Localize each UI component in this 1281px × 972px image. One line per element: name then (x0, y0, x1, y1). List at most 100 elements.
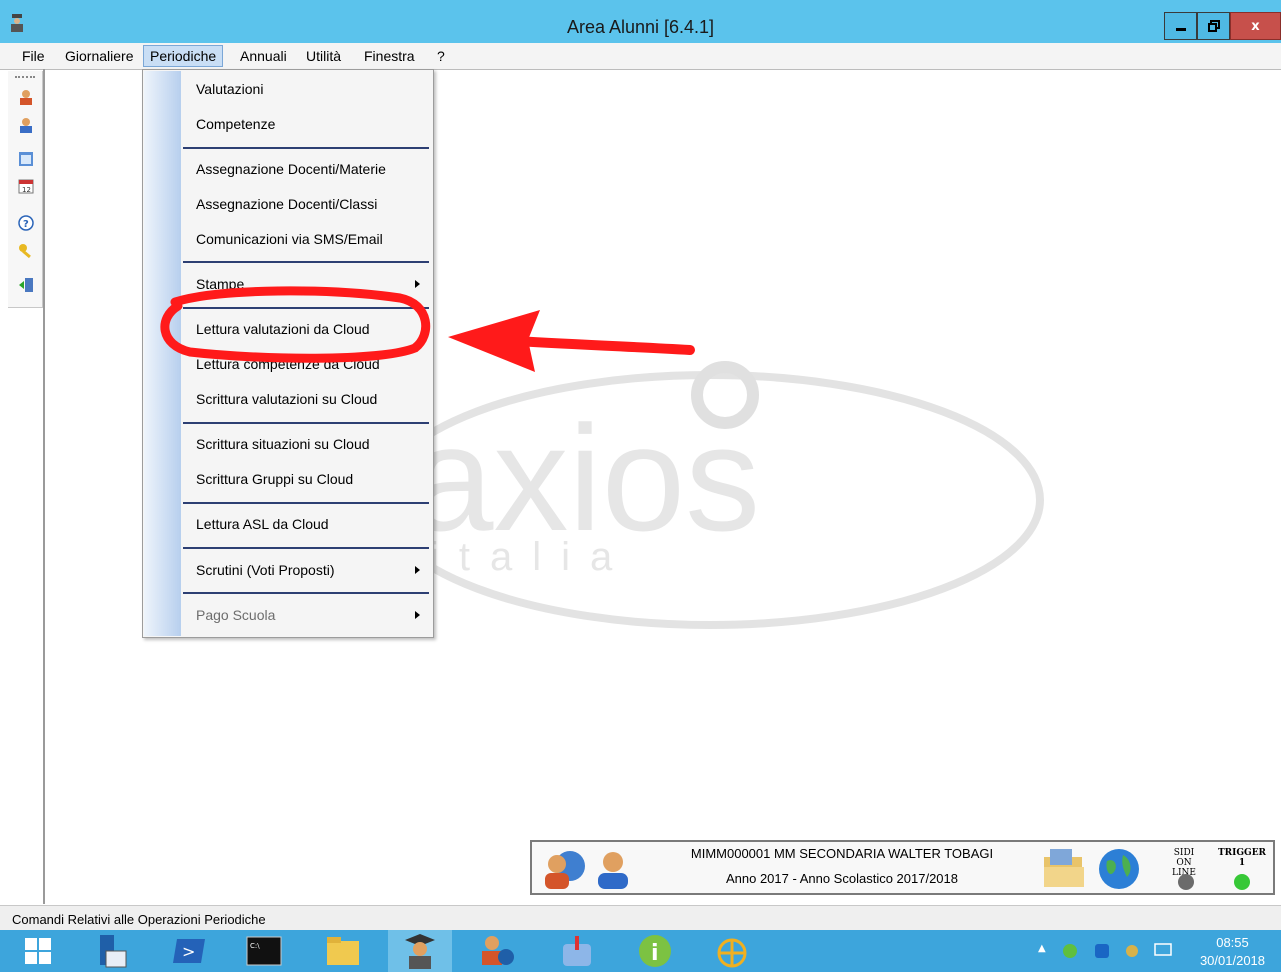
trigger-label: TRIGGER 1 (1217, 848, 1267, 868)
status-bar: Comandi Relativi alle Operazioni Periodi… (0, 905, 1281, 931)
folder-icon (327, 937, 359, 965)
svg-text:12: 12 (22, 186, 31, 194)
taskbar: > C:\ i ▲ 08:55 30/01/2018 (0, 930, 1281, 972)
powershell-icon: > (173, 939, 205, 963)
taskbar-user-manager[interactable] (466, 930, 530, 972)
menu-separator (183, 307, 429, 309)
menu-item-assegnazione-docenti-materie[interactable]: Assegnazione Docenti/Materie (196, 161, 386, 177)
restore-icon (1207, 20, 1220, 32)
command-prompt-icon: C:\ (246, 936, 282, 966)
menu-item-competenze[interactable]: Competenze (196, 116, 275, 132)
menu-item-stampe[interactable]: Stampe (196, 276, 244, 292)
menu-item-scrutini[interactable]: Scrutini (Voti Proposti) (196, 562, 335, 578)
close-icon: x (1251, 18, 1260, 34)
info-icon: i (639, 935, 671, 967)
student-icon[interactable] (18, 89, 34, 105)
school-info-panel: MIMM000001 MM SECONDARIA WALTER TOBAGI A… (530, 840, 1275, 895)
users-icon (482, 936, 514, 965)
axios-watermark: axios italia (390, 361, 1044, 629)
menu-item-comunicazioni[interactable]: Comunicazioni via SMS/Email (196, 231, 383, 247)
svg-text:?: ? (23, 219, 29, 230)
windows-icon (25, 938, 51, 964)
globe-icon[interactable] (1097, 847, 1141, 891)
menu-item-assegnazione-docenti-classi[interactable]: Assegnazione Docenti/Classi (196, 196, 377, 212)
restore-button[interactable] (1197, 12, 1230, 40)
menu-item-lettura-asl-cloud[interactable]: Lettura ASL da Cloud (196, 516, 329, 532)
window-title: Area Alunni [6.4.1] (566, 17, 715, 37)
taskbar-powershell[interactable]: > (158, 930, 222, 972)
trigger-status-led (1234, 874, 1250, 890)
menu-file[interactable]: File (16, 46, 51, 66)
taskbar-command-prompt[interactable]: C:\ (232, 930, 296, 972)
menu-periodiche[interactable]: Periodiche (143, 45, 224, 67)
exit-icon[interactable] (18, 277, 34, 293)
svg-text:C:\: C:\ (250, 942, 260, 950)
teamviewer-tray-icon[interactable] (1094, 943, 1110, 959)
menu-item-scrittura-valutazioni-cloud[interactable]: Scrittura valutazioni su Cloud (196, 391, 377, 407)
network-tray-icon[interactable] (1062, 943, 1078, 959)
students-globe-icon[interactable] (542, 848, 588, 890)
menu-help[interactable]: ? (431, 46, 451, 66)
menu-item-scrittura-situazioni-cloud[interactable]: Scrittura situazioni su Cloud (196, 436, 370, 452)
school-name: MIMM000001 MM SECONDARIA WALTER TOBAGI (690, 846, 994, 861)
taskbar-file-explorer[interactable] (311, 930, 375, 972)
menu-annuali[interactable]: Annuali (234, 46, 293, 66)
graduate-icon (405, 934, 435, 969)
svg-text:>: > (182, 942, 195, 961)
menu-bar: File Giornaliere Periodiche Annuali Util… (0, 43, 1281, 70)
calendar-icon[interactable]: 12 (18, 178, 34, 194)
mailbox-icon (563, 936, 591, 966)
taskbar-clock[interactable]: 08:55 30/01/2018 (1190, 934, 1275, 970)
submenu-arrow-icon (415, 566, 420, 574)
close-button[interactable]: x (1230, 12, 1281, 40)
status-text: Comandi Relativi alle Operazioni Periodi… (12, 912, 266, 927)
menu-utilita[interactable]: Utilità (300, 46, 347, 66)
client-frame (43, 69, 45, 904)
server-manager-icon (100, 935, 127, 968)
menu-item-lettura-valutazioni-cloud[interactable]: Lettura valutazioni da Cloud (196, 321, 370, 337)
menu-separator (183, 422, 429, 424)
folders-icon[interactable] (1040, 845, 1088, 891)
submenu-arrow-icon (415, 280, 420, 288)
menu-separator (183, 592, 429, 594)
submenu-arrow-icon (415, 611, 420, 619)
svg-text:i: i (651, 941, 659, 966)
menu-item-pago-scuola: Pago Scuola (196, 607, 276, 623)
clock-time: 08:55 (1216, 935, 1249, 950)
menu-item-scrittura-gruppi-cloud[interactable]: Scrittura Gruppi su Cloud (196, 471, 353, 487)
tray-expand-icon[interactable]: ▲ (1038, 943, 1046, 954)
menu-separator (183, 547, 429, 549)
menu-gutter (144, 71, 181, 636)
key-icon[interactable] (18, 243, 34, 259)
menu-item-lettura-competenze-cloud[interactable]: Lettura competenze da Cloud (196, 356, 380, 372)
start-button[interactable] (6, 930, 70, 972)
clock-date: 30/01/2018 (1199, 953, 1266, 968)
school-year: Anno 2017 - Anno Scolastico 2017/2018 (725, 871, 958, 886)
menu-separator (183, 261, 429, 263)
title-bar: Area Alunni [6.4.1] x (0, 0, 1281, 43)
help-icon[interactable]: ? (18, 215, 34, 231)
wheel-icon (717, 938, 747, 968)
spreadsheet-icon[interactable] (18, 151, 34, 167)
teacher-icon[interactable] (18, 117, 34, 133)
left-toolbar: 12 ? (8, 71, 43, 308)
taskbar-area-alunni[interactable] (388, 930, 452, 972)
operator-icon[interactable] (596, 848, 630, 890)
menu-item-valutazioni[interactable]: Valutazioni (196, 81, 263, 97)
toolbar-grip[interactable] (15, 76, 35, 81)
taskbar-network-app[interactable] (700, 930, 764, 972)
monitor-tray-icon[interactable] (1154, 943, 1172, 959)
sidi-status-led (1178, 874, 1194, 890)
menu-separator (183, 502, 429, 504)
minimize-button[interactable] (1164, 12, 1197, 40)
watermark-subtext: italia (430, 535, 632, 579)
taskbar-info-app[interactable]: i (623, 930, 687, 972)
taskbar-mail-app[interactable] (545, 930, 609, 972)
menu-separator (183, 147, 429, 149)
periodiche-dropdown: Valutazioni Competenze Assegnazione Doce… (142, 69, 434, 638)
taskbar-server-manager[interactable] (78, 930, 142, 972)
minimize-icon (1175, 28, 1186, 31)
menu-giornaliere[interactable]: Giornaliere (59, 46, 139, 66)
menu-finestra[interactable]: Finestra (358, 46, 421, 66)
settings-tray-icon[interactable] (1124, 943, 1140, 959)
